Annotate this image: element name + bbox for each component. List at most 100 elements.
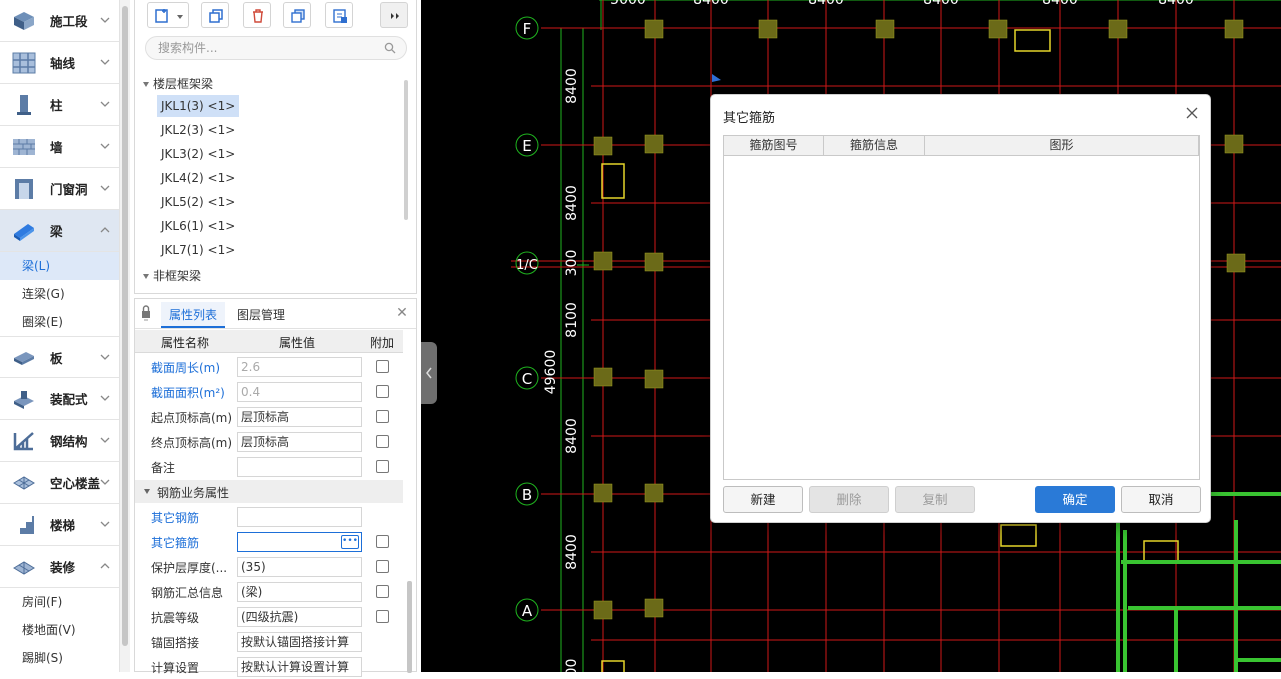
property-value-field[interactable] [237,457,362,477]
nav-item-slab[interactable]: 板 [0,336,119,378]
other-stirrup-field[interactable]: ••• [237,532,362,552]
column-header-name: 属性名称 [161,336,210,350]
property-extra-checkbox[interactable] [376,360,389,373]
property-value-field[interactable]: 层顶标高 [237,432,362,452]
axis-label-a: A [522,602,533,620]
dimension-label: 8400 [564,534,580,570]
nav-item-beam[interactable]: 梁 [0,210,119,252]
property-value-field[interactable]: 层顶标高 [237,407,362,427]
nav-scrollbar-thumb[interactable] [122,6,128,646]
new-component-button[interactable] [147,2,189,28]
nav-item-construction-section[interactable]: 施工段 [0,0,119,42]
properties-header: 属性列表 图层管理 ✕ [135,299,416,329]
other-stirrup-dialog: 其它箍筋 箍筋图号 箍筋信息 图形 新建 删除 复制 确定 取消 [710,94,1211,523]
tab-property-list[interactable]: 属性列表 [161,302,226,328]
axis-label-b: B [522,486,532,504]
copy-button[interactable]: 复制 [895,486,975,513]
nav-sub-floor[interactable]: 楼地面(V) [0,616,119,644]
expand-caret-icon [143,274,149,279]
chevron-down-icon [100,437,110,443]
tree-group-frame-beam[interactable]: 楼层框架梁 [143,75,213,92]
property-value-field[interactable] [237,507,362,527]
copy-component-button[interactable] [201,2,229,28]
nav-item-door-window[interactable]: 门窗洞 [0,168,119,210]
nav-item-prefab[interactable]: 装配式 [0,378,119,420]
column-header-stirrup-code[interactable]: 箍筋图号 [724,136,824,155]
chevron-up-icon [100,227,110,233]
chevron-down-icon [100,59,110,65]
property-section-rebar[interactable]: 钢筋业务属性 [135,480,403,503]
chevron-down-icon [100,17,110,23]
tree-group-non-frame-beam[interactable]: 非框架梁 [143,267,201,284]
property-value-field[interactable]: 按默认计算设置计算 [237,657,362,677]
nav-item-steel-structure[interactable]: 钢结构 [0,420,119,462]
property-extra-checkbox[interactable] [376,535,389,548]
nav-scrollbar[interactable] [120,0,130,672]
column-header-shape[interactable]: 图形 [925,136,1199,155]
stirrup-table[interactable]: 箍筋图号 箍筋信息 图形 [723,135,1200,480]
collapse-panel-handle[interactable] [421,342,437,404]
nav-item-axis[interactable]: 轴线 [0,42,119,84]
property-name: 计算设置 [151,661,200,675]
tree-item[interactable]: JKL4(2) <1> [157,167,239,189]
nav-sub-room[interactable]: 房间(F) [0,588,119,616]
property-value-field[interactable]: 0.4 [237,382,362,402]
ellipsis-button[interactable]: ••• [341,535,359,549]
chevron-down-icon [100,185,110,191]
copy-icon [209,9,223,23]
new-button[interactable]: 新建 [723,486,803,513]
tree-item[interactable]: JKL1(3) <1> [157,95,240,117]
nav-sub-beam-l[interactable]: 梁(L) [0,252,119,280]
cancel-button[interactable]: 取消 [1121,486,1201,513]
delete-button[interactable]: 删除 [809,486,889,513]
property-extra-checkbox[interactable] [376,460,389,473]
nav-item-decoration[interactable]: 装修 [0,546,119,588]
close-icon[interactable] [1184,105,1200,121]
tree-item[interactable]: JKL7(1) <1> [157,239,239,261]
property-value-field[interactable]: 2.6 [237,357,362,377]
nav-sub-ring-beam[interactable]: 圈梁(E) [0,308,119,336]
nav-item-column[interactable]: 柱 [0,84,119,126]
nav-item-stairs[interactable]: 楼梯 [0,504,119,546]
top-dimension-label: 8400 [923,0,959,8]
tree-item[interactable]: JKL2(3) <1> [157,119,239,141]
delete-component-button[interactable] [243,2,271,28]
ok-button[interactable]: 确定 [1035,486,1115,513]
nav-label: 楼梯 [50,518,76,533]
property-extra-checkbox[interactable] [376,610,389,623]
property-extra-checkbox[interactable] [376,410,389,423]
chevron-up-icon [100,563,110,569]
more-tools-button[interactable] [380,2,408,28]
nav-sub-skirting[interactable]: 踢脚(S) [0,644,119,672]
tab-layer-management[interactable]: 图层管理 [229,302,293,328]
search-input[interactable]: 搜索构件... [145,36,407,60]
nav-sub-coupling-beam[interactable]: 连梁(G) [0,280,119,308]
tree-item[interactable]: JKL5(2) <1> [157,191,239,213]
property-extra-checkbox[interactable] [376,560,389,573]
tree-item[interactable]: JKL6(1) <1> [157,215,239,237]
property-value-field[interactable]: (梁) [237,582,362,602]
property-extra-checkbox[interactable] [376,385,389,398]
property-value-field[interactable]: (四级抗震) [237,607,362,627]
property-value-field[interactable]: (35) [237,557,362,577]
property-value-field[interactable]: 按默认锚固搭接计算 [237,632,362,652]
property-row: 钢筋汇总信息 (梁) [135,579,403,604]
nav-item-hollow-floor[interactable]: 空心楼盖 [0,462,119,504]
close-icon[interactable]: ✕ [394,305,410,321]
column-header-stirrup-info[interactable]: 箍筋信息 [824,136,925,155]
tree-item[interactable]: JKL3(2) <1> [157,143,239,165]
properties-scrollbar[interactable] [407,581,412,673]
top-dimension-label: 5000 [610,0,646,8]
layer-button[interactable] [325,2,353,28]
nav-label: 板 [50,350,63,366]
component-scrollbar[interactable] [404,80,408,220]
property-extra-checkbox[interactable] [376,435,389,448]
expand-caret-icon [143,82,149,87]
pin-icon[interactable] [140,304,152,322]
nav-item-wall[interactable]: 墙 [0,126,119,168]
property-row: 其它钢筋 [135,504,403,529]
total-dimension-label: 49600 [543,350,559,395]
property-extra-checkbox[interactable] [376,585,389,598]
nav-label: 梁 [50,224,63,239]
copy-to-floor-button[interactable] [283,2,311,28]
